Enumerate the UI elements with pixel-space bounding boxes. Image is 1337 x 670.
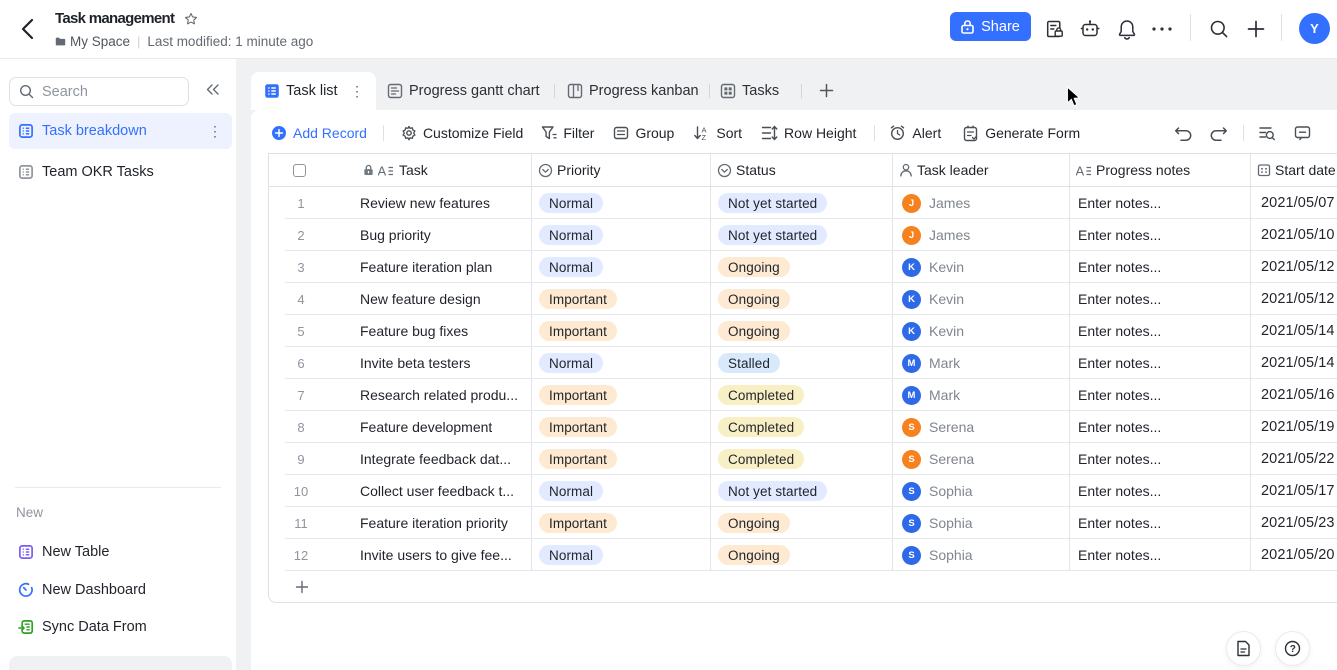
svg-text:A: A [378,164,387,177]
svg-text:?: ? [1290,644,1296,655]
svg-text:A: A [1076,164,1085,177]
svg-text:Z: Z [702,133,707,141]
